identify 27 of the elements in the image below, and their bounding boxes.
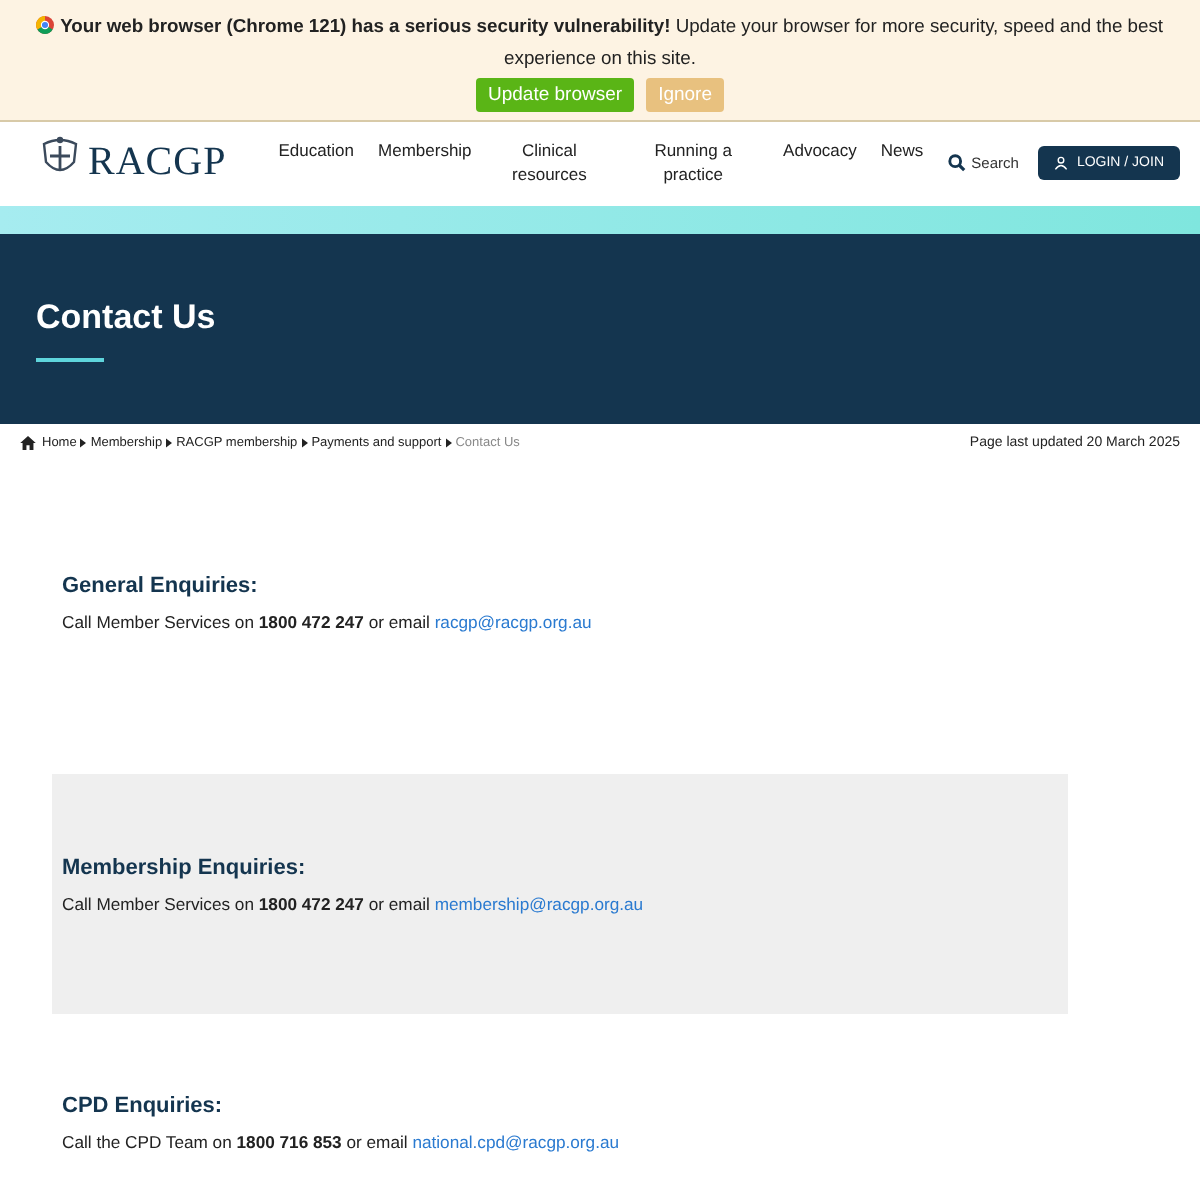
nav-link[interactable]: News	[868, 138, 936, 162]
section-heading: CPD Enquiries:	[62, 1094, 225, 1118]
nav-link[interactable]: Clinical resources	[483, 138, 616, 186]
page-title: Contact Us	[36, 297, 218, 337]
email-link[interactable]: racgp@racgp.org.au	[434, 612, 592, 632]
logo-text[interactable]: RACGP	[88, 139, 227, 185]
caret-icon	[166, 438, 173, 448]
section-heading: Membership Enquiries:	[62, 856, 308, 880]
title-underline	[36, 357, 104, 361]
caret-icon	[301, 438, 308, 448]
browser-icon	[36, 16, 55, 34]
home-icon	[20, 436, 36, 450]
nav-link[interactable]: Running a practice	[631, 138, 756, 186]
email-link[interactable]: membership@racgp.org.au	[434, 894, 644, 914]
nav-link[interactable]: Advocacy	[771, 138, 869, 162]
contact-text: Call the CPD Team on 1800 716 853 or email national.cpd@racgp.org.au	[62, 1132, 622, 1152]
nav-link[interactable]: Education	[266, 138, 367, 162]
user-icon	[1054, 155, 1069, 169]
contact-text: Call Member Services on 1800 472 247 or email racgp@racgp.org.au	[62, 612, 594, 632]
nav-link[interactable]: Membership	[366, 138, 484, 162]
alert-message: Your web browser (Chrome 121) has a serious security vulnerability! Update your browser for more security, speed and the best experience on this site.	[0, 10, 1200, 74]
caret-icon	[80, 438, 87, 448]
section-heading: General Enquiries:	[62, 574, 260, 598]
contact-text: Call Member Services on 1800 472 247 or email membership@racgp.org.au	[62, 894, 646, 914]
search-icon	[947, 153, 966, 171]
email-link[interactable]: national.cpd@racgp.org.au	[412, 1132, 620, 1152]
caret-icon	[445, 438, 452, 448]
